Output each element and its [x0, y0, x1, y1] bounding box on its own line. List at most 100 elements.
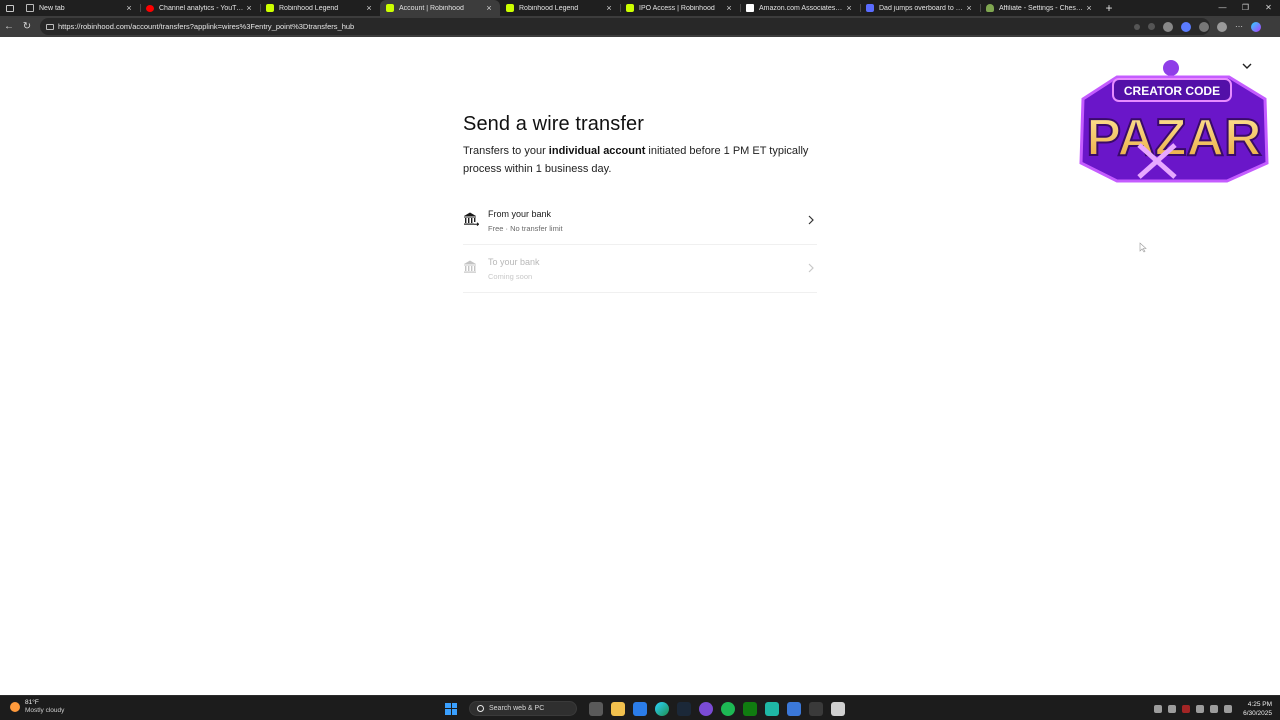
subtitle-text: Transfers to your — [463, 145, 549, 157]
more-menu-icon[interactable]: ⋯ — [1235, 22, 1243, 32]
creator-code-logo: CREATOR CODE PAZAR — [1079, 60, 1269, 183]
option-sublabel: Free · No transfer limit — [488, 223, 563, 233]
recording-icon[interactable] — [1182, 704, 1191, 713]
system-tray: 4:25 PM 6/30/2025 — [1151, 699, 1272, 718]
tab-menu-icon — [6, 4, 14, 12]
news-icon — [866, 4, 874, 12]
profile-avatar-icon[interactable] — [1217, 21, 1227, 32]
edge-browser-icon[interactable] — [655, 701, 669, 716]
overlay-close-icon[interactable] — [1241, 60, 1253, 72]
tab-robinhood-legend[interactable]: Robinhood Legend × — [260, 0, 380, 16]
close-icon[interactable]: × — [484, 3, 494, 13]
tab-strip: New tab × Channel analytics - YouTube St… — [0, 0, 1280, 16]
tab-title: Affiliate - Settings - Chess.com — [999, 4, 1084, 12]
option-text: From your bank Free · No transfer limit — [488, 209, 817, 233]
network-icon[interactable] — [1196, 704, 1205, 713]
chevron-up-icon[interactable] — [1154, 704, 1163, 713]
browser-toolbar: ← ↻ https://robinhood.com/account/transf… — [0, 16, 1280, 37]
amazon-icon — [746, 4, 754, 12]
youtube-icon — [146, 4, 154, 12]
extensions-puzzle-icon[interactable] — [1199, 21, 1209, 32]
taskbar-apps: Search web & PC — [445, 699, 849, 718]
site-info-icon[interactable] — [46, 23, 54, 30]
tab-ipo-access[interactable]: IPO Access | Robinhood × — [620, 0, 740, 16]
volume-icon[interactable] — [1210, 704, 1219, 713]
close-icon[interactable]: × — [364, 3, 374, 13]
tab-robinhood-legend-2[interactable]: Robinhood Legend × — [500, 0, 620, 16]
app-icon[interactable] — [699, 701, 713, 716]
close-icon[interactable]: × — [724, 3, 734, 13]
copilot-icon[interactable] — [1181, 21, 1191, 32]
xbox-icon[interactable] — [743, 701, 757, 716]
close-icon[interactable]: × — [964, 3, 974, 13]
tab-title: Robinhood Legend — [279, 4, 339, 12]
file-explorer-icon[interactable] — [611, 701, 625, 716]
to-your-bank-option: To your bank Coming soon — [463, 245, 817, 293]
battery-icon[interactable] — [1224, 704, 1233, 713]
tab-news-article[interactable]: Dad jumps overboard to save daughter × — [860, 0, 980, 16]
robinhood-icon — [626, 4, 634, 12]
chess-icon — [986, 4, 994, 12]
search-icon — [477, 705, 484, 712]
option-text: To your bank Coming soon — [488, 257, 817, 281]
reload-icon[interactable]: ↻ — [18, 21, 36, 32]
tab-title: Amazon.com Associates Central — [759, 4, 844, 12]
chevron-right-icon — [808, 263, 814, 273]
clock-date: 6/30/2025 — [1243, 709, 1272, 717]
page-title: Send a wire transfer — [463, 113, 644, 135]
new-tab-button[interactable]: + — [1100, 0, 1118, 16]
tray-app-icon[interactable] — [1168, 704, 1177, 713]
weather-widget[interactable]: 81°F Mostly cloudy — [10, 699, 64, 714]
close-window-icon[interactable]: ✕ — [1257, 0, 1280, 16]
close-icon[interactable]: × — [604, 3, 614, 13]
extension-icon[interactable] — [1163, 21, 1173, 32]
task-view-icon[interactable] — [589, 701, 603, 716]
taskbar-clock[interactable]: 4:25 PM 6/30/2025 — [1243, 700, 1272, 718]
steam-icon[interactable] — [677, 701, 691, 716]
close-icon[interactable]: × — [124, 3, 134, 13]
option-sublabel: Coming soon — [488, 271, 533, 281]
tab-new-tab[interactable]: New tab × — [20, 0, 140, 16]
robinhood-icon — [506, 4, 514, 12]
zoom-icon[interactable] — [1134, 23, 1140, 30]
app-icon-3[interactable] — [809, 701, 823, 716]
windows-start-icon[interactable] — [445, 702, 457, 715]
window-controls: — ❐ ✕ — [1211, 0, 1280, 16]
option-label: To your bank — [488, 256, 540, 267]
bookmark-star-icon[interactable] — [1148, 23, 1155, 30]
account-name: individual account — [548, 145, 646, 157]
tab-actions-menu[interactable] — [0, 0, 20, 16]
restore-icon[interactable]: ❐ — [1234, 0, 1257, 16]
address-bar[interactable]: https://robinhood.com/account/transfers?… — [40, 18, 1210, 35]
weather-sun-icon — [10, 701, 20, 712]
clock-time: 4:25 PM — [1247, 700, 1272, 708]
tab-chess-affiliate[interactable]: Affiliate - Settings - Chess.com × — [980, 0, 1100, 16]
close-icon[interactable]: × — [844, 3, 854, 13]
page-viewport: Send a wire transfer Transfers to your i… — [0, 37, 1280, 695]
outlook-icon[interactable] — [787, 701, 801, 716]
taskbar-search[interactable]: Search web & PC — [469, 701, 577, 716]
page-subtitle: Transfers to your individual account ini… — [463, 143, 813, 178]
app-icon-4[interactable] — [831, 701, 845, 716]
tab-youtube-studio[interactable]: Channel analytics - YouTube Studio × — [140, 0, 260, 16]
tab-title: Robinhood Legend — [519, 4, 579, 12]
from-your-bank-option[interactable]: From your bank Free · No transfer limit — [463, 197, 817, 245]
edge-copilot-icon[interactable] — [1251, 21, 1261, 32]
back-icon[interactable]: ← — [0, 21, 18, 32]
app-icon-2[interactable] — [765, 701, 779, 716]
microsoft-store-icon[interactable] — [633, 701, 647, 716]
weather-desc: Mostly cloudy — [25, 707, 65, 714]
tab-account-robinhood[interactable]: Account | Robinhood × — [380, 0, 500, 16]
close-icon[interactable]: × — [1084, 3, 1094, 13]
tab-title: Account | Robinhood — [399, 4, 464, 12]
spotify-icon[interactable] — [721, 701, 735, 716]
chevron-right-icon — [808, 215, 814, 225]
search-placeholder: Search web & PC — [489, 705, 545, 712]
tab-title: Channel analytics - YouTube Studio — [159, 4, 244, 12]
minimize-icon[interactable]: — — [1211, 0, 1234, 16]
close-icon[interactable]: × — [244, 3, 254, 13]
page-icon — [26, 4, 34, 12]
tab-amazon-associates[interactable]: Amazon.com Associates Central × — [740, 0, 860, 16]
bank-outgoing-icon — [464, 260, 476, 273]
tab-title: New tab — [39, 4, 65, 12]
